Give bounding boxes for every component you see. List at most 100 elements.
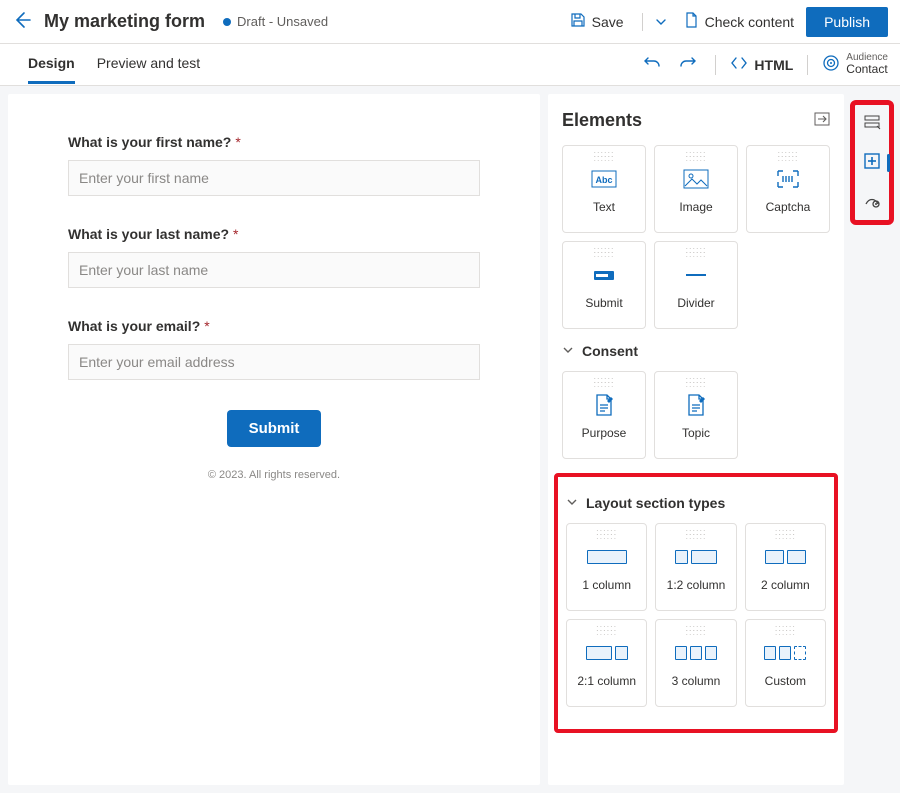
layout-grid: :::::::::::: 1 column :::::::::::: 1:2 c… [566,523,826,707]
layout-1-2-column[interactable]: :::::::::::: 1:2 column [655,523,736,611]
required-icon: * [233,226,238,242]
section-consent-header[interactable]: Consent [562,343,830,359]
form-field: What is your last name?* [68,226,480,288]
chevron-down-icon [655,16,667,28]
element-captcha[interactable]: :::::::::::: Captcha [746,145,830,233]
grip-icon: :::::::::::: [593,152,614,160]
required-icon: * [204,318,209,334]
check-content-button[interactable]: Check content [673,6,805,37]
purpose-icon [589,392,619,418]
first-name-input[interactable] [68,160,480,196]
document-check-icon [683,12,699,31]
toolstrip [850,94,894,785]
layout-3-column[interactable]: :::::::::::: 3 column [655,619,736,707]
image-icon [681,166,711,192]
tile-label: Purpose [582,426,627,440]
layout-custom-icon [770,640,800,666]
layout-1-column[interactable]: :::::::::::: 1 column [566,523,647,611]
save-label: Save [592,14,624,30]
settings-tool-button[interactable] [863,196,881,212]
field-label: What is your email? [68,318,200,334]
grip-icon: :::::::::::: [685,152,706,160]
grip-icon: :::::::::::: [685,248,706,256]
consent-grid: :::::::::::: Purpose :::::::::::: Topic [562,371,830,459]
grip-icon: :::::::::::: [775,626,796,634]
redo-button[interactable] [675,50,701,79]
last-name-input[interactable] [68,252,480,288]
tile-label: 1 column [582,578,631,592]
form-field: What is your email?* [68,318,480,380]
tile-label: Image [679,200,712,214]
tab-design[interactable]: Design [28,45,75,84]
tile-label: Custom [765,674,806,688]
audience-picker[interactable]: Audience Contact [822,52,888,76]
tab-preview[interactable]: Preview and test [97,45,201,84]
tile-label: 2 column [761,578,810,592]
audience-value: Contact [846,63,888,76]
target-icon [822,54,840,75]
layout-2-1-column[interactable]: :::::::::::: 2:1 column [566,619,647,707]
captcha-icon [773,166,803,192]
tile-label: 3 column [672,674,721,688]
chevron-down-icon [562,343,574,359]
active-indicator [887,154,890,172]
chevron-down-icon [566,495,578,511]
panel-title: Elements [562,110,642,131]
publish-button[interactable]: Publish [806,7,888,37]
grip-icon: :::::::::::: [593,248,614,256]
save-menu-button[interactable] [651,10,671,34]
tile-label: Submit [585,296,622,310]
layout-1col-icon [592,544,622,570]
tile-label: Captcha [766,200,811,214]
element-divider[interactable]: :::::::::::: Divider [654,241,738,329]
grip-icon: :::::::::::: [775,530,796,538]
check-content-label: Check content [705,14,795,30]
grip-icon: :::::::::::: [593,378,614,386]
layout-2col-icon [770,544,800,570]
grip-icon: :::::::::::: [596,530,617,538]
divider [807,55,808,75]
divider [715,55,716,75]
section-title: Consent [582,343,638,359]
tile-label: 1:2 column [667,578,726,592]
form-submit-button[interactable]: Submit [227,410,322,447]
tile-label: 2:1 column [577,674,636,688]
text-icon: Abc [589,166,619,192]
section-layout-header[interactable]: Layout section types [566,495,826,511]
form-field: What is your first name?* [68,134,480,196]
form-canvas[interactable]: What is your first name?* What is your l… [8,94,540,785]
save-icon [570,12,586,31]
save-button[interactable]: Save [560,6,634,37]
element-text[interactable]: :::::::::::: Abc Text [562,145,646,233]
element-image[interactable]: :::::::::::: Image [654,145,738,233]
back-arrow-icon[interactable] [12,10,32,33]
undo-button[interactable] [639,50,665,79]
layout-1-2col-icon [681,544,711,570]
grip-icon: :::::::::::: [685,378,706,386]
basic-elements-grid: :::::::::::: Abc Text :::::::::::: Image… [562,145,830,329]
fields-tool-button[interactable] [863,118,881,134]
layout-2-1col-icon [592,640,622,666]
tile-label: Topic [682,426,710,440]
submit-icon [589,262,619,288]
elements-tool-button[interactable] [863,157,881,173]
svg-text:Abc: Abc [595,175,612,185]
tile-label: Divider [677,296,714,310]
html-toggle-button[interactable]: HTML [730,54,793,75]
tile-label: Text [593,200,615,214]
secondary-bar: Design Preview and test HTML Audience Co… [0,44,900,86]
element-purpose[interactable]: :::::::::::: Purpose [562,371,646,459]
layout-custom[interactable]: :::::::::::: Custom [745,619,826,707]
divider [642,13,643,31]
elements-panel: Elements :::::::::::: Abc Text :::::::::… [548,94,844,785]
layout-2-column[interactable]: :::::::::::: 2 column [745,523,826,611]
element-submit[interactable]: :::::::::::: Submit [562,241,646,329]
grip-icon: :::::::::::: [685,530,706,538]
element-topic[interactable]: :::::::::::: Topic [654,371,738,459]
required-icon: * [235,134,240,150]
html-label: HTML [754,57,793,73]
email-input[interactable] [68,344,480,380]
field-label: What is your first name? [68,134,231,150]
section-title: Layout section types [586,495,725,511]
expand-panel-icon[interactable] [814,112,830,129]
